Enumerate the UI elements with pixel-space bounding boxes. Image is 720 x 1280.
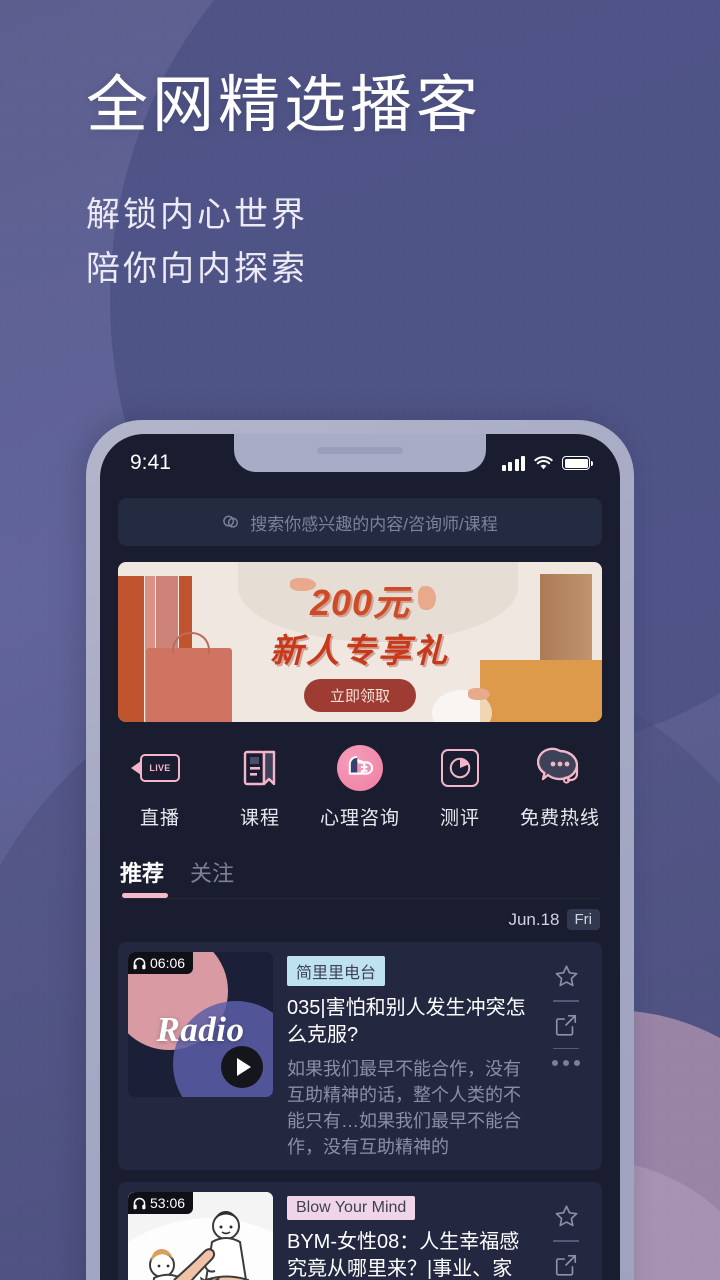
banner-line-2: 新人专享礼 [270, 632, 450, 669]
feed-tabs: 推荐 关注 [120, 856, 600, 899]
status-time: 9:41 [130, 451, 171, 474]
live-camera-icon: LIVE [131, 744, 184, 792]
card-description: 如果我们最早不能合作，没有互助精神的话，整个人类的不能只有…如果我们最早不能合作… [287, 1059, 521, 1158]
card-actions [540, 952, 592, 1160]
card-tag[interactable]: Blow Your Mind [287, 1196, 416, 1221]
poster-subline-1: 解锁内心世界 [86, 196, 308, 234]
status-indicators [501, 455, 593, 471]
headset-chat-icon [536, 744, 584, 792]
search-placeholder: 搜索你感兴趣的内容/咨询师/课程 [250, 514, 498, 534]
duration-badge: 53:06 [128, 1192, 194, 1215]
quick-entry-counseling[interactable]: 心理咨询 [314, 744, 406, 830]
card-tag[interactable]: 简里里电台 [287, 956, 386, 986]
card-title: 035|害怕和别人发生冲突怎么克服? [287, 997, 526, 1046]
quick-entry-label: 课程 [239, 808, 280, 829]
counseling-bubble-icon [336, 744, 384, 792]
card-thumbnail[interactable]: Radio 06:06 [128, 952, 273, 1097]
star-icon[interactable] [554, 964, 579, 989]
wifi-icon [534, 455, 553, 469]
more-icon[interactable] [552, 1060, 580, 1067]
feed-card[interactable]: Radio 06:06 简里里电台 035|害怕和别人发生冲突怎么克服? 如果我… [118, 942, 602, 1171]
feed-date: Jun.18 Fri [100, 909, 600, 930]
action-divider [553, 1240, 579, 1242]
live-badge-label: LIVE [149, 763, 171, 773]
action-divider [553, 1047, 579, 1050]
tab-recommend[interactable]: 推荐 [120, 856, 169, 898]
weekday-badge: Fri [566, 909, 600, 930]
card-title: BYM-女性08：人生幸福感究竟从哪里来？|事业、家庭、亲密感 [287, 1231, 520, 1280]
card-actions [540, 1192, 592, 1280]
quick-entry-row: LIVE 直播 课程 心理咨询 测评 免费热线 [110, 744, 610, 830]
quick-entry-label: 测评 [439, 808, 480, 829]
banner-content: 200元 新人专享礼 立即领取 [118, 574, 602, 712]
star-icon[interactable] [554, 1204, 579, 1229]
quick-entry-assessment[interactable]: 测评 [414, 744, 506, 830]
action-divider [553, 1000, 579, 1002]
poster-subline: 解锁内心世界 陪你向内探索 [86, 188, 308, 297]
search-icon [223, 515, 239, 528]
duration-badge: 06:06 [128, 952, 194, 974]
feed-card[interactable]: 53:06 Blow Your Mind BYM-女性08：人生幸福感究竟从哪里… [118, 1182, 602, 1280]
poster-background: 全网精选播客 解锁内心世界 陪你向内探索 9:41 搜索你感兴趣的内容/咨询师/… [0, 0, 720, 1280]
duration-text: 06:06 [150, 955, 186, 971]
share-icon[interactable] [554, 1013, 578, 1037]
quick-entry-label: 直播 [139, 808, 180, 829]
headphone-icon [133, 1197, 146, 1210]
banner-line-1: 200元 [309, 582, 411, 623]
quick-entry-label: 免费热线 [519, 808, 600, 829]
card-thumbnail[interactable]: 53:06 [128, 1192, 273, 1280]
quick-entry-course[interactable]: 课程 [214, 744, 306, 830]
share-icon[interactable] [554, 1253, 578, 1277]
search-bar[interactable]: 搜索你感兴趣的内容/咨询师/课程 [118, 498, 602, 546]
thumb-word: Radio [156, 1010, 245, 1049]
duration-text: 53:06 [150, 1195, 186, 1212]
quick-entry-label: 心理咨询 [319, 808, 400, 829]
phone-screen: 9:41 搜索你感兴趣的内容/咨询师/课程 200元 新人专享礼 立即领取 LI… [100, 434, 620, 1280]
feed-list: Radio 06:06 简里里电台 035|害怕和别人发生冲突怎么克服? 如果我… [118, 942, 602, 1280]
quick-entry-live[interactable]: LIVE 直播 [114, 744, 206, 830]
poster-subline-2: 陪你向内探索 [86, 250, 308, 289]
date-text: Jun.18 [508, 909, 560, 929]
card-body: Blow Your Mind BYM-女性08：人生幸福感究竟从哪里来？|事业、… [273, 1192, 534, 1280]
phone-notch [234, 434, 486, 472]
pie-chart-square-icon [436, 744, 484, 792]
promo-banner[interactable]: 200元 新人专享礼 立即领取 [118, 562, 602, 722]
signal-bars-icon [501, 455, 525, 471]
quick-entry-hotline[interactable]: 免费热线 [514, 744, 606, 830]
play-icon[interactable] [221, 1046, 263, 1088]
book-icon [236, 744, 284, 792]
card-body: 简里里电台 035|害怕和别人发生冲突怎么克服? 如果我们最早不能合作，没有互助… [273, 952, 534, 1160]
tab-following[interactable]: 关注 [190, 856, 234, 898]
battery-icon [562, 456, 593, 470]
headphone-icon [133, 957, 146, 969]
poster-headline: 全网精选播客 [86, 71, 483, 140]
phone-mockup: 9:41 搜索你感兴趣的内容/咨询师/课程 200元 新人专享礼 立即领取 LI… [86, 420, 634, 1280]
banner-cta-button[interactable]: 立即领取 [304, 679, 416, 712]
